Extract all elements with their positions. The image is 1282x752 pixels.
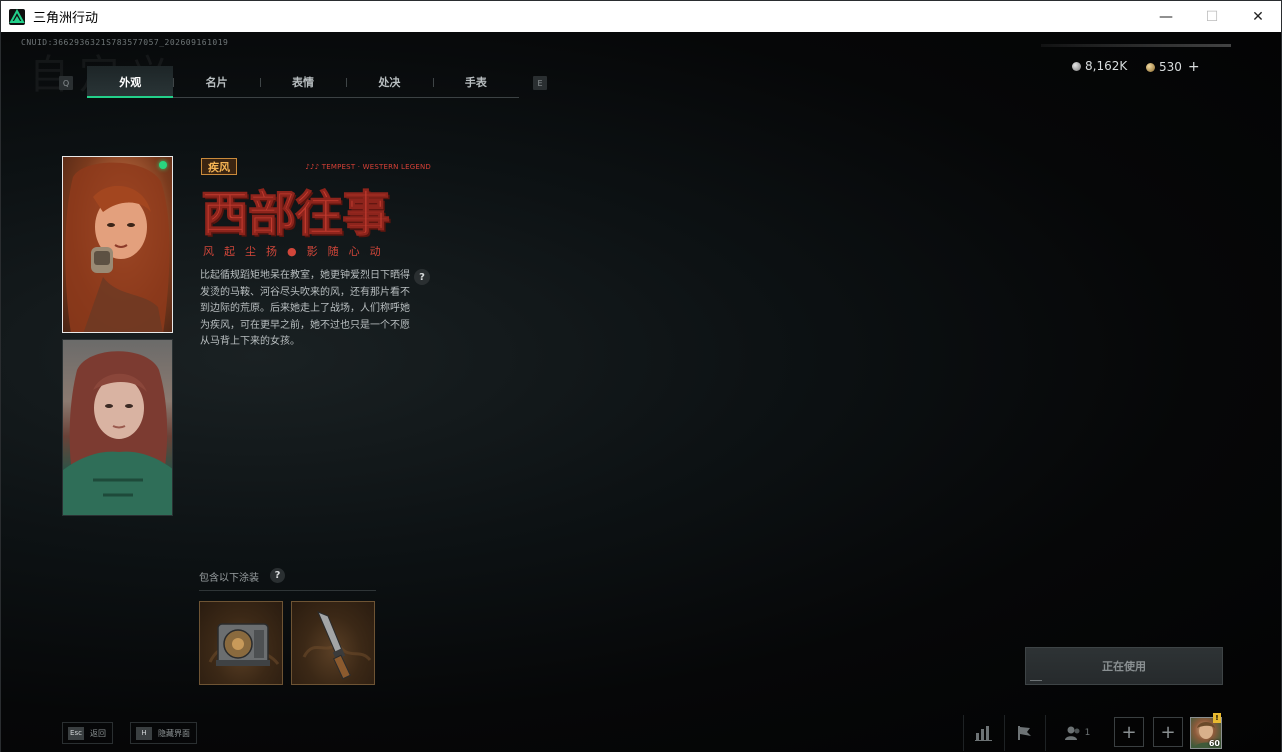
friends-button[interactable]: 1	[1057, 715, 1097, 751]
includes-divider	[199, 590, 376, 591]
description-help-icon[interactable]: ?	[414, 269, 430, 285]
skin-subtitle: 风起尘扬●影随心动	[203, 245, 391, 258]
hide-ui-hint[interactable]: H 隐藏界面	[130, 722, 197, 744]
skin-tag-badge: 疾风	[201, 158, 237, 175]
customize-screen: 自定义 CNUID:3662936321S783577057_202609161…	[1, 32, 1281, 752]
missions-button[interactable]	[1005, 715, 1045, 751]
knife-icon	[302, 611, 372, 680]
notification-badge: !	[1213, 713, 1221, 723]
in-use-button[interactable]: 正在使用	[1025, 647, 1223, 685]
back-hint[interactable]: Esc 返回	[62, 722, 113, 744]
gold-amount: 530	[1159, 60, 1182, 74]
divider	[1045, 715, 1046, 751]
gold-coin-icon	[1146, 62, 1155, 72]
operator-portrait-red-hair-icon	[65, 162, 170, 332]
skin-portrait-default[interactable]	[62, 339, 173, 516]
window-title: 三角洲行动	[33, 11, 99, 26]
skin-english-title: ♪♪♪ TEMPEST · WESTERN LEGEND	[305, 163, 431, 171]
window-controls: — ☐ ✕	[1143, 1, 1281, 32]
tab-watch[interactable]: 手表	[432, 66, 519, 97]
skin-title-logo: 疾风 ♪♪♪ TEMPEST · WESTERN LEGEND 西部往事 风起尘…	[199, 156, 431, 266]
esc-key: Esc	[68, 726, 84, 740]
backpack-icon	[208, 623, 280, 666]
status-bar-decoration	[1041, 44, 1231, 47]
close-button[interactable]: ✕	[1235, 1, 1281, 32]
tab-emotes[interactable]: 表情	[259, 66, 346, 97]
tab-bar: 外观 名片 表情 处决 手表	[87, 66, 519, 98]
maximize-button[interactable]: ☐	[1189, 1, 1235, 32]
skin-description: 比起循规蹈矩地呆在教室，她更钟爱烈日下晒得发烫的马鞍、河谷尽头吹来的风，还有那片…	[200, 270, 410, 347]
tab-appearance[interactable]: 外观	[87, 66, 174, 98]
minimize-button[interactable]: —	[1143, 1, 1189, 32]
next-tab-key[interactable]: E	[533, 76, 547, 90]
silver-coin-icon	[1072, 61, 1081, 71]
camo-item-backpack[interactable]	[199, 601, 283, 685]
flag-icon	[1018, 726, 1031, 740]
invite-slot-button-1[interactable]: +	[1114, 717, 1144, 747]
player-level: 60	[1208, 739, 1220, 748]
title-bar: 三角洲行动 — ☐ ✕	[1, 1, 1281, 32]
includes-label: 包含以下涂装	[199, 573, 259, 584]
equipped-indicator	[159, 161, 167, 169]
skin-portrait-western[interactable]	[62, 156, 173, 333]
includes-help-icon[interactable]: ?	[270, 568, 285, 583]
tab-executions[interactable]: 处决	[346, 66, 432, 97]
invite-slot-button-2[interactable]: +	[1153, 717, 1183, 747]
bar-chart-icon	[975, 726, 992, 741]
gold-currency: 530 +	[1146, 59, 1200, 75]
stats-button[interactable]	[964, 715, 1004, 751]
silver-amount: 8,162K	[1085, 59, 1128, 73]
camo-item-knife[interactable]	[291, 601, 375, 685]
game-window: 三角洲行动 — ☐ ✕ 自定义 CNUID:3662936321S7835770…	[0, 0, 1282, 752]
back-hint-label: 返回	[90, 728, 106, 738]
add-currency-button[interactable]: +	[1188, 59, 1200, 75]
friends-count: 1	[1084, 728, 1091, 738]
silver-currency: 8,162K	[1072, 59, 1127, 73]
hide-ui-hint-label: 隐藏界面	[158, 728, 190, 738]
friends-icon	[1064, 726, 1080, 740]
operator-portrait-default-icon	[63, 351, 172, 515]
tab-name-card[interactable]: 名片	[173, 66, 259, 97]
app-logo-icon	[9, 8, 25, 25]
h-key: H	[136, 726, 152, 740]
prev-tab-key[interactable]: Q	[59, 76, 73, 90]
user-id-label: CNUID:3662936321S783577057_202609161019	[21, 38, 229, 47]
skin-title: 西部往事	[200, 186, 390, 243]
